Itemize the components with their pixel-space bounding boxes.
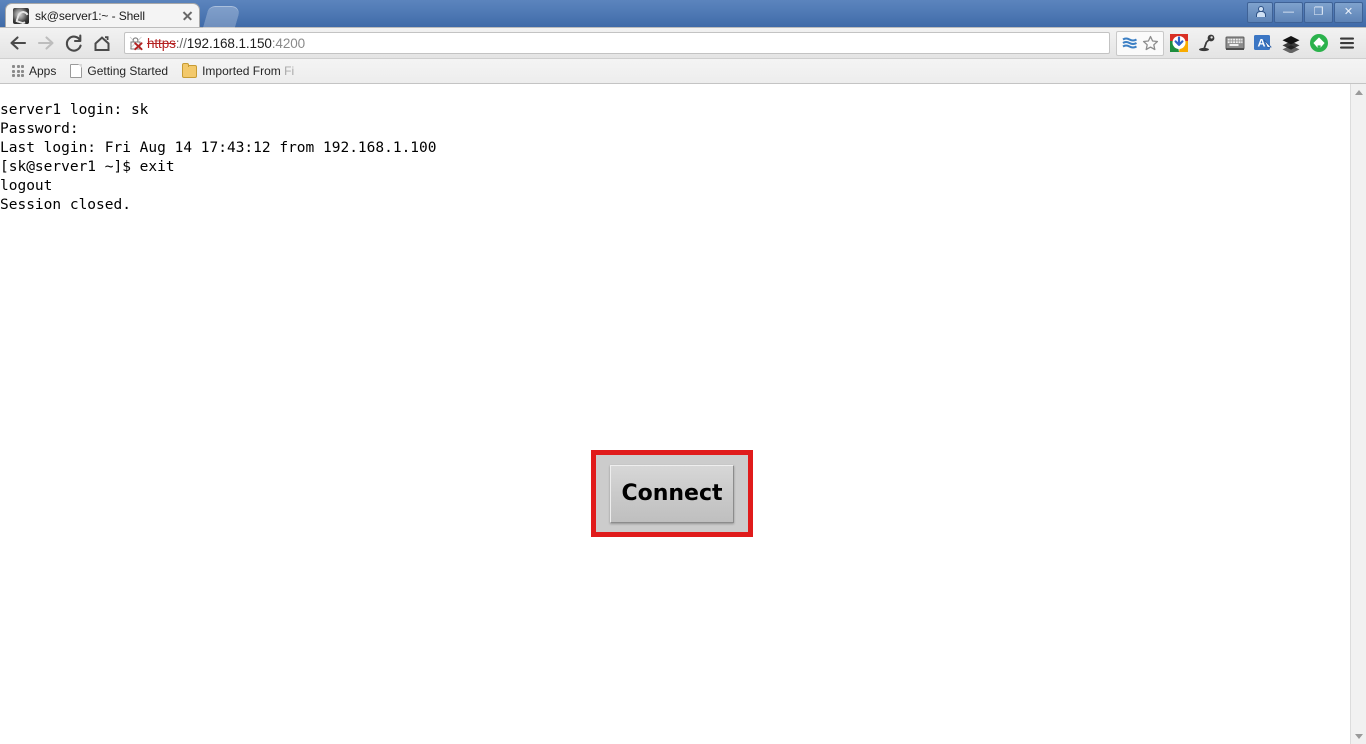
terminal-output: server1 login: sk Password: Last login: … [0, 101, 437, 213]
page-viewport: server1 login: sk Password: Last login: … [0, 84, 1366, 744]
chrome-menu-icon[interactable] [1334, 30, 1360, 56]
minimize-button[interactable]: — [1274, 2, 1303, 23]
shell-spiral-icon [13, 7, 29, 24]
bookmark-star-icon [1142, 35, 1159, 51]
bookmark-getting-started-label: Getting Started [87, 64, 169, 78]
apps-grid-icon [12, 65, 24, 77]
url-scheme: https [147, 35, 176, 51]
download-extension-icon[interactable] [1166, 30, 1192, 56]
layers-extension-icon[interactable] [1278, 30, 1304, 56]
bookmark-imported-label-main: Imported From [202, 64, 285, 78]
browser-window: sk@server1:~ - Shell — ❐ ✕ https://192.1… [0, 0, 1366, 744]
document-icon [70, 64, 83, 78]
bookmark-imported-from-firefox[interactable]: Imported From Fi [176, 62, 300, 80]
person-icon [1256, 6, 1266, 17]
back-arrow-icon [10, 36, 27, 50]
keyboard-extension-icon[interactable] [1222, 30, 1248, 56]
close-button[interactable]: ✕ [1334, 2, 1363, 23]
bookmark-getting-started[interactable]: Getting Started [64, 62, 174, 80]
page-scrollbar[interactable] [1350, 84, 1366, 744]
address-bar[interactable]: https://192.168.1.150:4200 [124, 32, 1110, 54]
toolbar-icons: A [1116, 30, 1362, 56]
new-tab-button[interactable] [202, 6, 242, 28]
tab-title: sk@server1:~ - Shell [35, 8, 145, 23]
back-button[interactable] [4, 29, 32, 57]
tab-strip: sk@server1:~ - Shell — ❐ ✕ [0, 0, 1366, 28]
bookmark-imported-label-truncated: Fi [284, 64, 295, 78]
red-highlight-box: Connect [591, 450, 753, 537]
scroll-down-arrow[interactable] [1351, 728, 1366, 744]
url-host: 192.168.1.150 [186, 35, 272, 51]
close-icon[interactable] [180, 8, 195, 23]
bookmarks-bar: Apps Getting Started Imported From Fi [0, 59, 1366, 84]
bookmark-apps-label: Apps [29, 64, 57, 78]
url-separator: :// [175, 35, 187, 51]
feedly-extension-icon[interactable] [1306, 30, 1332, 56]
browser-toolbar: https://192.168.1.150:4200 A [0, 28, 1366, 59]
reading-list-and-star-group[interactable] [1116, 30, 1164, 56]
bookmark-imported-label: Imported From Fi [202, 64, 294, 78]
home-button[interactable] [88, 29, 116, 57]
url-text: https://192.168.1.150:4200 [147, 36, 305, 51]
restore-glyph: ❐ [1313, 6, 1324, 18]
broken-https-lock-icon[interactable] [129, 36, 144, 51]
forward-button [32, 29, 60, 57]
svg-text:A: A [1258, 37, 1266, 49]
window-controls: — ❐ ✕ [1247, 2, 1363, 23]
reload-button[interactable] [60, 29, 88, 57]
url-port: :4200 [271, 35, 306, 51]
scroll-up-arrow[interactable] [1351, 84, 1366, 100]
reload-icon [65, 34, 82, 52]
folder-icon [182, 62, 198, 78]
close-glyph: ✕ [1343, 6, 1354, 18]
bookmark-apps[interactable]: Apps [6, 62, 62, 80]
desk-lamp-extension-icon[interactable] [1194, 30, 1220, 56]
reading-list-icon [1122, 37, 1137, 49]
restore-button[interactable]: ❐ [1304, 2, 1333, 23]
forward-arrow-icon [37, 36, 54, 50]
minimize-glyph: — [1283, 6, 1294, 18]
home-icon [94, 35, 110, 51]
user-avatar-button[interactable] [1247, 2, 1273, 23]
translate-extension-icon[interactable]: A [1250, 30, 1276, 56]
browser-tab[interactable]: sk@server1:~ - Shell [5, 3, 200, 27]
connect-button[interactable]: Connect [610, 464, 734, 523]
